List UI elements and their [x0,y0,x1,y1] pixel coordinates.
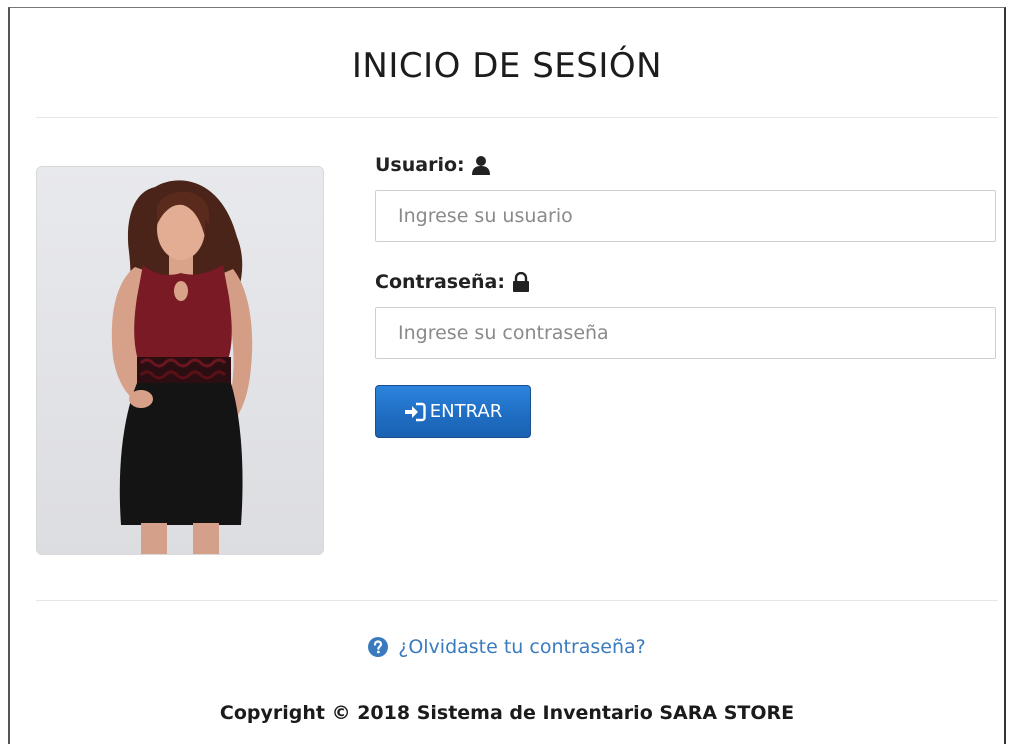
username-label-text: Usuario: [375,154,465,176]
password-input[interactable] [375,307,996,359]
lock-icon [512,272,529,292]
question-circle-icon [368,637,389,657]
header-divider [36,117,998,118]
login-window: INICIO DE SESIÓN Usuario: Ingrese su usu… [8,7,1006,744]
forgot-password-text: ¿Olvidaste tu contraseña? [398,636,646,658]
sign-in-icon [404,402,426,421]
page-title: INICIO DE SESIÓN [351,46,663,86]
model-photo [36,166,324,555]
password-label-text: Contraseña: [375,271,505,293]
model-illustration [111,180,253,554]
login-button[interactable]: ENTRAR [375,385,531,438]
user-icon [471,156,490,175]
username-input[interactable] [375,190,996,242]
copyright-footer: Copyright © 2018 Sistema de Inventario S… [10,702,1004,724]
copyright-name: Sistema de Inventario SARA STORE [416,702,795,724]
footer-divider [36,600,998,601]
username-label: Usuario: [375,154,491,176]
password-label: Contraseña: [375,271,531,293]
forgot-password-link[interactable]: ¿Olvidaste tu contraseña? [10,636,1004,658]
copyright-prefix: Copyright © 2018 [219,702,411,724]
login-button-label: ENTRAR [429,401,503,422]
